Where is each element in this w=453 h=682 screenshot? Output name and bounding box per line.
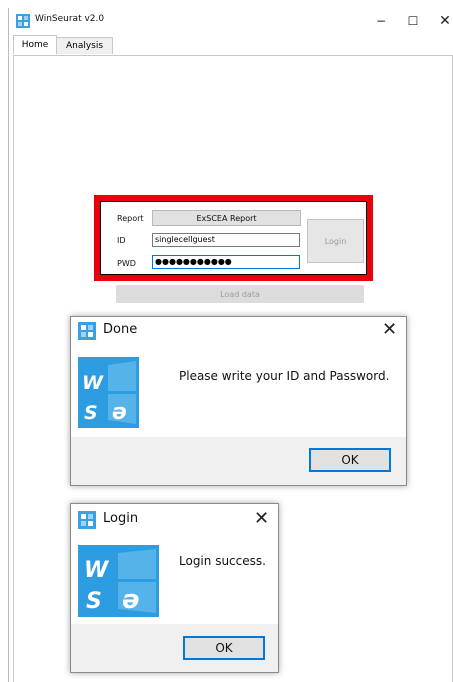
app-icon [16,14,30,28]
password-input[interactable]: ●●●●●●●●●●● [152,255,300,269]
login-button[interactable]: Login [307,219,364,263]
tab-content-border-left [13,56,14,682]
report-button[interactable]: ExSCEA Report [152,210,301,226]
close-icon[interactable]: ✕ [382,319,397,340]
dialog-message: Please write your ID and Password. [179,369,390,383]
dialog-title: Login [103,511,139,526]
minimize-button[interactable]: − [366,10,396,32]
svg-text:W: W [82,372,104,394]
pwd-label: PWD [117,259,136,268]
report-label: Report [117,214,144,223]
tab-divider [13,55,453,56]
close-window-button[interactable]: ✕ [430,10,453,32]
window-title: WinSeurat v2.0 [35,14,105,24]
dialog-title: Done [103,322,138,337]
dialog-message: Login success. [179,554,266,568]
tab-bar: Home Analysis [11,34,453,56]
svg-text:ə: ə [112,400,127,425]
login-panel: Report ExSCEA Report ID singlecellguest … [100,201,367,275]
ok-button[interactable]: OK [183,636,265,660]
load-data-button[interactable]: Load data [116,285,364,303]
svg-text:S: S [86,589,102,614]
svg-text:ə: ə [122,585,140,615]
id-input[interactable]: singlecellguest [152,233,300,247]
tab-analysis[interactable]: Analysis [56,37,113,54]
svg-text:W: W [84,558,110,583]
svg-text:S: S [84,402,98,424]
winseurat-logo-icon: W S ə [78,357,139,428]
app-icon [78,322,96,340]
maximize-button[interactable]: ☐ [398,10,428,32]
app-icon [78,511,96,529]
login-dialog: Login ✕ W S ə Login success. OK [70,503,279,673]
ok-button[interactable]: OK [309,448,391,472]
id-label: ID [117,236,126,245]
done-dialog: Done ✕ W S ə Please write your ID and Pa… [70,316,407,486]
tab-home[interactable]: Home [13,35,57,54]
winseurat-logo-icon: W S ə [78,545,159,617]
title-bar: WinSeurat v2.0 − ☐ ✕ [9,8,453,34]
close-icon[interactable]: ✕ [254,508,269,529]
